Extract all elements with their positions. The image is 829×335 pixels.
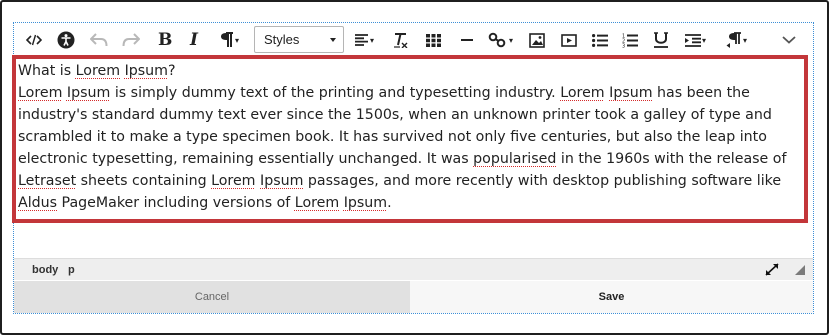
text-run: passages, and more recently with desktop… [303, 173, 782, 189]
text-run: . [387, 195, 392, 211]
italic-button[interactable]: I [190, 29, 198, 51]
text-run: in the 1960s with the release of [556, 151, 787, 167]
spellcheck-word: Ipsum [66, 85, 111, 101]
rich-text-editor: B I ▾ Styles ▾ ▾ 1 2 3 ▾ ▾ What is Lorem… [13, 22, 814, 314]
text-run: ? [167, 63, 176, 79]
path-item-p[interactable]: p [68, 264, 75, 276]
clear-formatting-icon[interactable] [393, 29, 409, 51]
content-heading-line: What is Lorem Ipsum? [18, 60, 807, 82]
media-icon[interactable] [561, 29, 577, 51]
indent-icon[interactable]: ▾ [685, 29, 706, 51]
link-icon[interactable]: ▾ [488, 29, 513, 51]
underline-icon[interactable] [654, 29, 668, 51]
spellcheck-word: Ipsum [609, 85, 653, 101]
redo-icon[interactable] [122, 29, 140, 51]
align-left-icon[interactable]: ▾ [355, 29, 374, 51]
editor-statusbar: body p [14, 258, 813, 280]
dialog-frame: B I ▾ Styles ▾ ▾ 1 2 3 ▾ ▾ What is Lorem… [0, 0, 829, 335]
styles-dropdown-value: Styles [264, 32, 300, 47]
spellcheck-word: Lorem [18, 85, 63, 101]
chevron-down-icon [330, 38, 336, 42]
path-item-body[interactable]: body [32, 264, 58, 276]
fullscreen-icon[interactable] [765, 263, 779, 279]
image-icon[interactable] [529, 29, 545, 51]
spellcheck-word: Lorem [294, 195, 340, 211]
spellcheck-word: Lorem [75, 63, 121, 79]
numbered-list-icon[interactable]: 123 [622, 29, 638, 51]
horizontal-rule-icon[interactable] [461, 29, 473, 51]
undo-icon[interactable] [90, 29, 108, 51]
svg-text:3: 3 [622, 43, 625, 48]
resize-handle-icon[interactable] [795, 265, 805, 278]
paragraph-format-icon[interactable]: ▾ [220, 29, 239, 51]
text-run: What is [18, 63, 76, 79]
editor-content-area[interactable]: What is Lorem Ipsum? Lorem Ipsum is simpl… [14, 57, 813, 255]
italic-label: I [190, 30, 198, 50]
cancel-button[interactable]: Cancel [14, 281, 410, 313]
toolbar-collapse-icon[interactable] [782, 29, 796, 51]
text-direction-icon[interactable]: ▾ [726, 29, 747, 51]
spellcheck-word: Ipsum [343, 195, 388, 211]
spellcheck-word: Ipsum [124, 63, 168, 79]
spellcheck-word: Lorem [211, 173, 256, 189]
text-run: is simply dummy text of the printing and… [110, 85, 561, 101]
source-code-icon[interactable] [26, 29, 42, 51]
styles-dropdown[interactable]: Styles [254, 26, 344, 53]
spellcheck-word: Aldus [18, 195, 58, 211]
spellcheck-word: Ipsum [260, 173, 304, 189]
spellcheck-word: Lorem [560, 85, 605, 101]
spellcheck-word: popularised [473, 151, 557, 167]
spellcheck-word: Letraset [18, 173, 77, 189]
bold-button[interactable]: B [158, 29, 172, 51]
text-run: PageMaker including versions of [57, 195, 295, 211]
text-run: sheets containing [76, 173, 212, 189]
save-button[interactable]: Save [410, 281, 813, 313]
accessibility-icon[interactable] [57, 29, 75, 51]
bullet-list-icon[interactable] [592, 29, 608, 51]
editor-toolbar: B I ▾ Styles ▾ ▾ 1 2 3 ▾ ▾ [14, 23, 813, 57]
table-icon[interactable] [426, 29, 441, 51]
content-paragraph: Lorem Ipsum is simply dummy text of the … [18, 82, 807, 214]
bold-label: B [158, 30, 173, 50]
dialog-footer: Cancel Save [14, 281, 813, 313]
